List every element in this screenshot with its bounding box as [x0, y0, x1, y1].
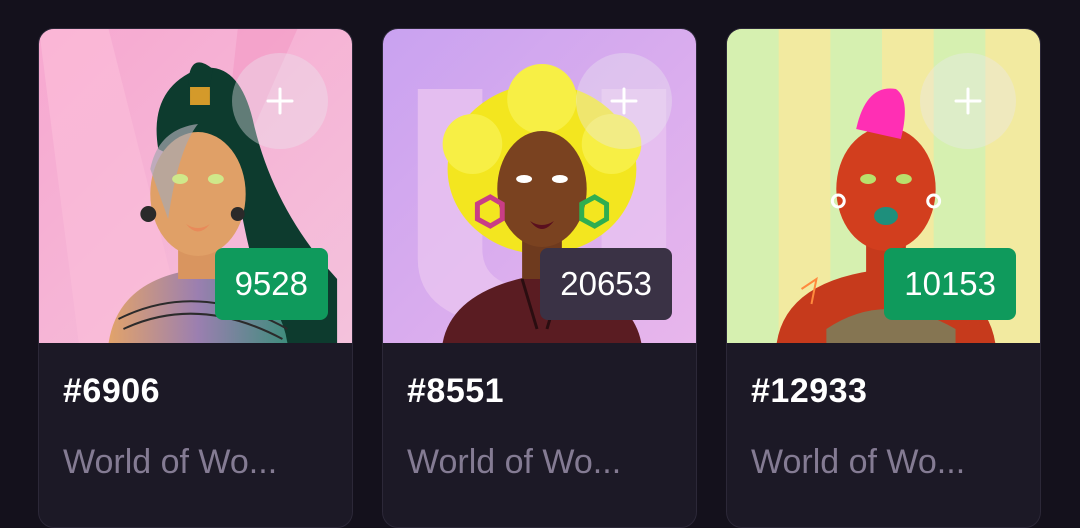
collection-name: World of Wo...: [407, 443, 622, 481]
nft-card[interactable]: 10153 #12933 World of Wo...: [726, 28, 1041, 528]
add-to-cart-button[interactable]: [920, 53, 1016, 149]
rarity-rank-badge: 10153: [884, 248, 1016, 320]
plus-icon: [610, 87, 638, 115]
token-id: #12933: [751, 372, 868, 410]
nft-card-grid: 9528 #6906 World of Wo... 20653 #8551 Wo…: [0, 0, 1080, 528]
rarity-rank-badge: 9528: [214, 248, 328, 320]
plus-icon: [266, 87, 294, 115]
token-id: #6906: [63, 372, 161, 410]
collection-name: World of Wo...: [751, 443, 966, 481]
collection-name: World of Wo...: [63, 443, 278, 481]
nft-card[interactable]: 9528 #6906 World of Wo...: [38, 28, 353, 528]
nft-card[interactable]: 20653 #8551 World of Wo...: [382, 28, 697, 528]
token-id: #8551: [407, 372, 505, 410]
add-to-cart-button[interactable]: [576, 53, 672, 149]
add-to-cart-button[interactable]: [232, 53, 328, 149]
plus-icon: [954, 87, 982, 115]
rarity-rank-badge: 20653: [540, 248, 672, 320]
